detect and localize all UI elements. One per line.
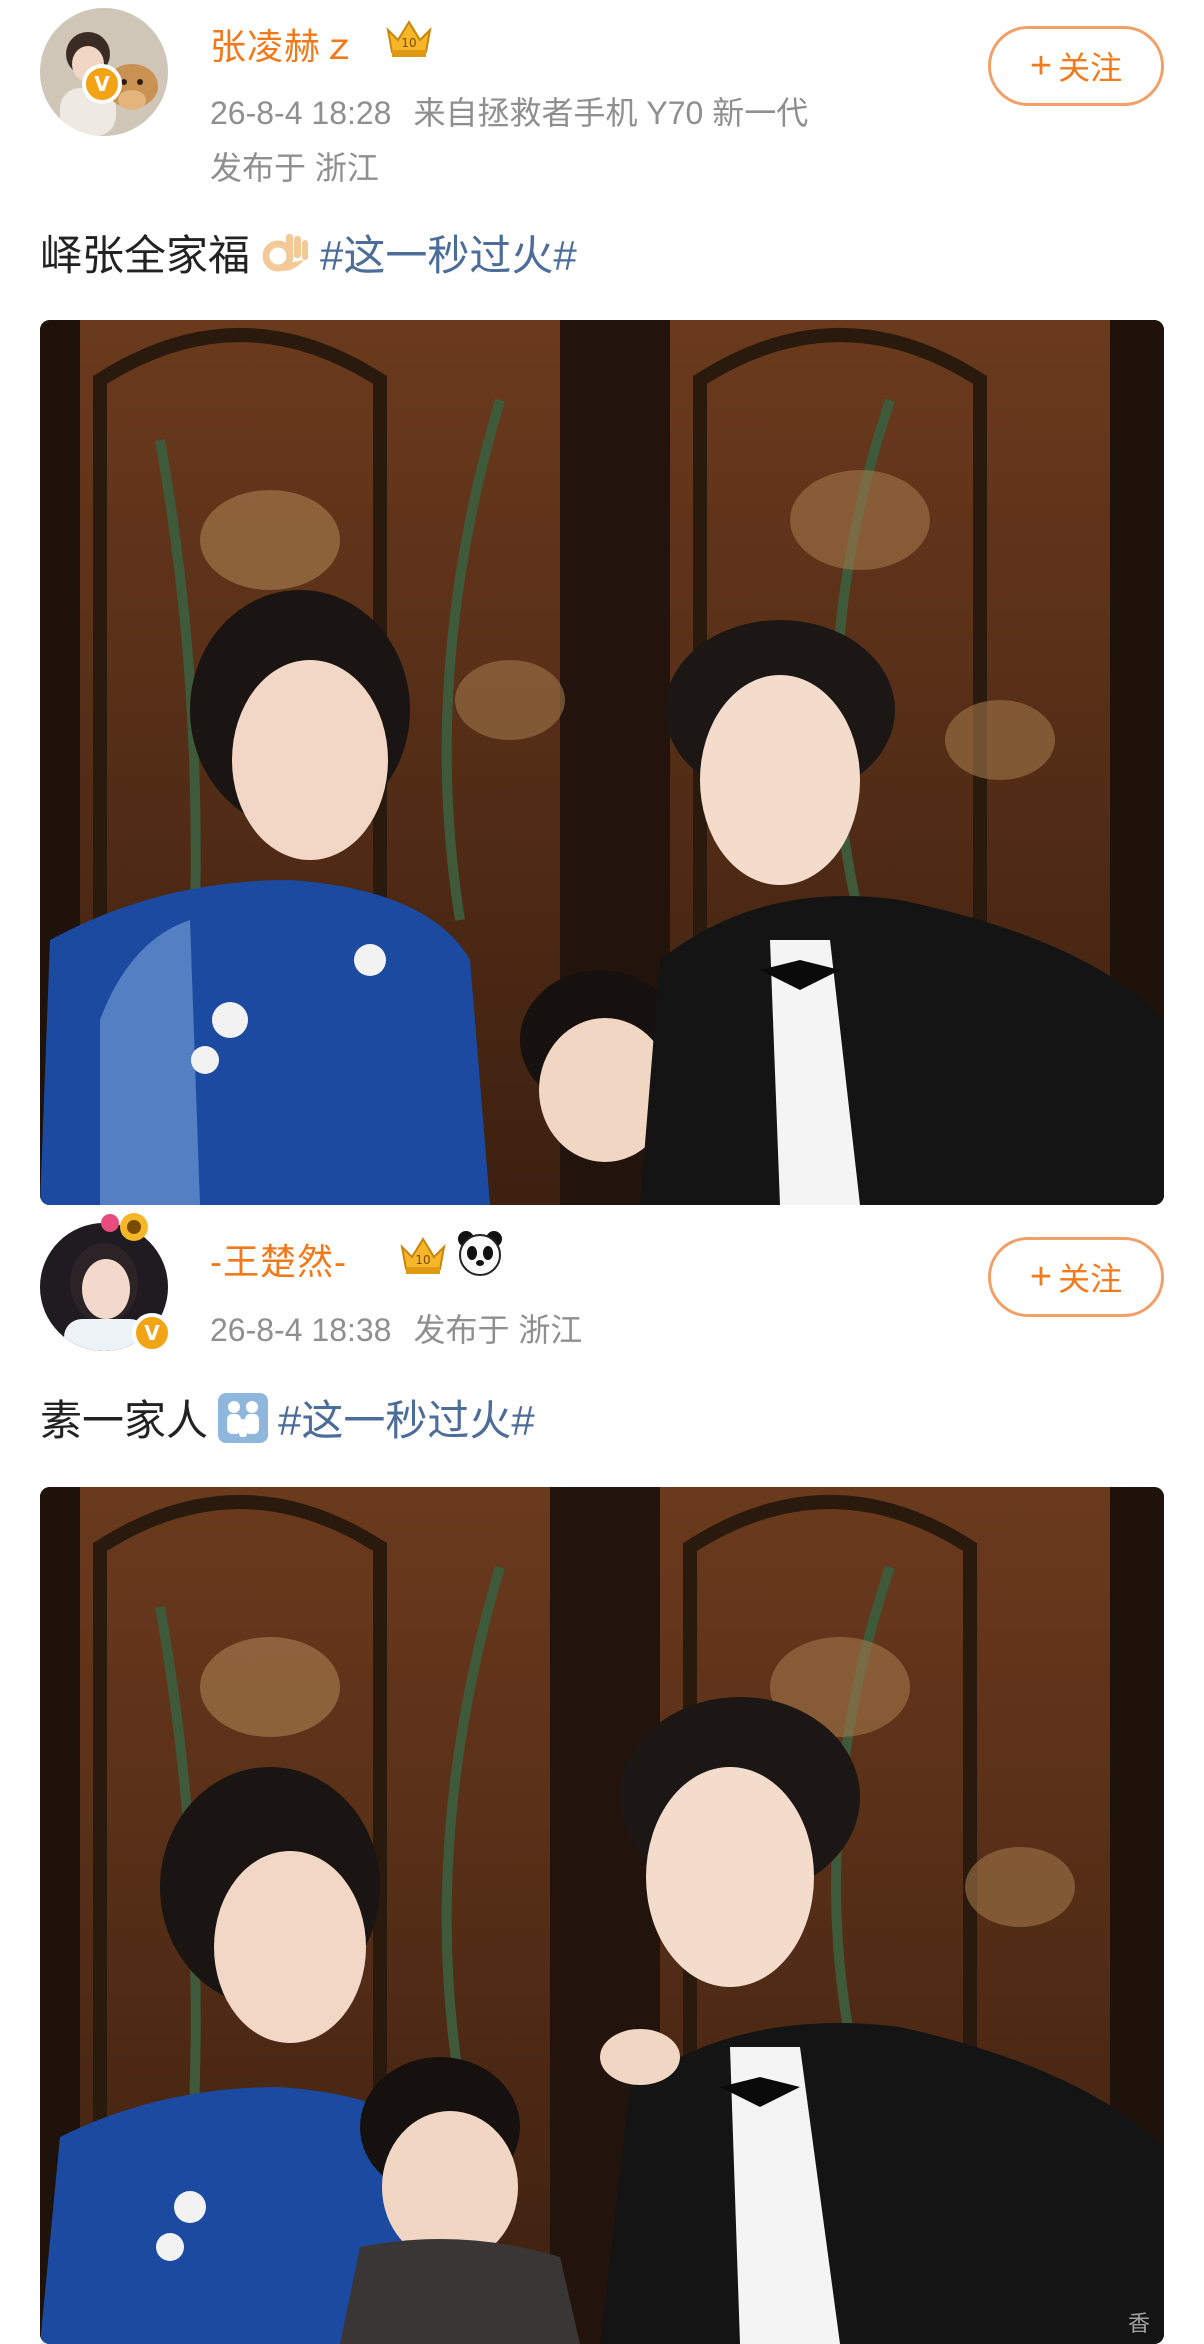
ok-hand-emoji-icon bbox=[262, 233, 309, 271]
post-meta: 26-8-4 18:38 发布于 浙江 bbox=[210, 1305, 604, 1351]
post-source[interactable]: 来自拯救者手机 Y70 新一代 bbox=[413, 95, 808, 131]
post-text-body: 素一家人 bbox=[40, 1397, 209, 1444]
watermark: 香 bbox=[1127, 2311, 1150, 2336]
crown-badge-icon: 10 bbox=[386, 20, 432, 57]
hashtag-link[interactable]: #这一秒过火# bbox=[320, 222, 577, 283]
post-timestamp: 26-8-4 18:38 bbox=[210, 1312, 392, 1348]
post-text: 素一家人 #这一秒过火# bbox=[40, 1387, 535, 1448]
verified-badge-icon: V bbox=[132, 1313, 172, 1353]
svg-text:10: 10 bbox=[401, 36, 416, 50]
follow-label: 关注 bbox=[1058, 1261, 1123, 1297]
svg-text:10: 10 bbox=[415, 1253, 430, 1267]
follow-label: 关注 bbox=[1058, 50, 1123, 86]
hashtag-link[interactable]: #这一秒过火# bbox=[278, 1387, 535, 1448]
post-text-body: 峄张全家福 bbox=[40, 232, 251, 279]
post-photo[interactable]: 香 bbox=[40, 1487, 1164, 2344]
weibo-post-1: V 张凌赫ｚ 10 26-8-4 18:28 来自拯救者手机 Y70 新一代 发布… bbox=[0, 0, 1204, 1205]
family-portrait-image bbox=[40, 1487, 1164, 2344]
post-location: 发布于 浙江 bbox=[210, 150, 379, 186]
post-location: 发布于 浙江 bbox=[413, 1312, 583, 1348]
follow-button[interactable]: + 关注 bbox=[988, 1237, 1164, 1317]
post-meta: 26-8-4 18:28 来自拯救者手机 Y70 新一代 bbox=[210, 88, 830, 134]
username[interactable]: 张凌赫ｚ bbox=[210, 18, 358, 70]
panda-emoji-icon bbox=[458, 1231, 502, 1276]
post-photo[interactable] bbox=[40, 320, 1164, 1205]
username[interactable]: -王楚然- bbox=[210, 1233, 347, 1285]
family-emoji-icon bbox=[218, 1392, 269, 1443]
weibo-post-2: V -王楚然- 10 26-8-4 18:38 发布于 浙江 + 关注 素一家人 … bbox=[0, 1205, 1204, 2344]
follow-button[interactable]: + 关注 bbox=[988, 26, 1164, 106]
family-portrait-image bbox=[40, 320, 1164, 1205]
verified-badge-icon: V bbox=[82, 64, 122, 104]
plus-icon: + bbox=[1029, 1256, 1053, 1298]
decor-badge-icon bbox=[101, 1213, 148, 1241]
post-timestamp: 26-8-4 18:28 bbox=[210, 95, 392, 131]
post-text: 峄张全家福 #这一秒过火# bbox=[40, 222, 577, 283]
plus-icon: + bbox=[1029, 45, 1053, 87]
crown-badge-icon: 10 bbox=[400, 1237, 446, 1274]
